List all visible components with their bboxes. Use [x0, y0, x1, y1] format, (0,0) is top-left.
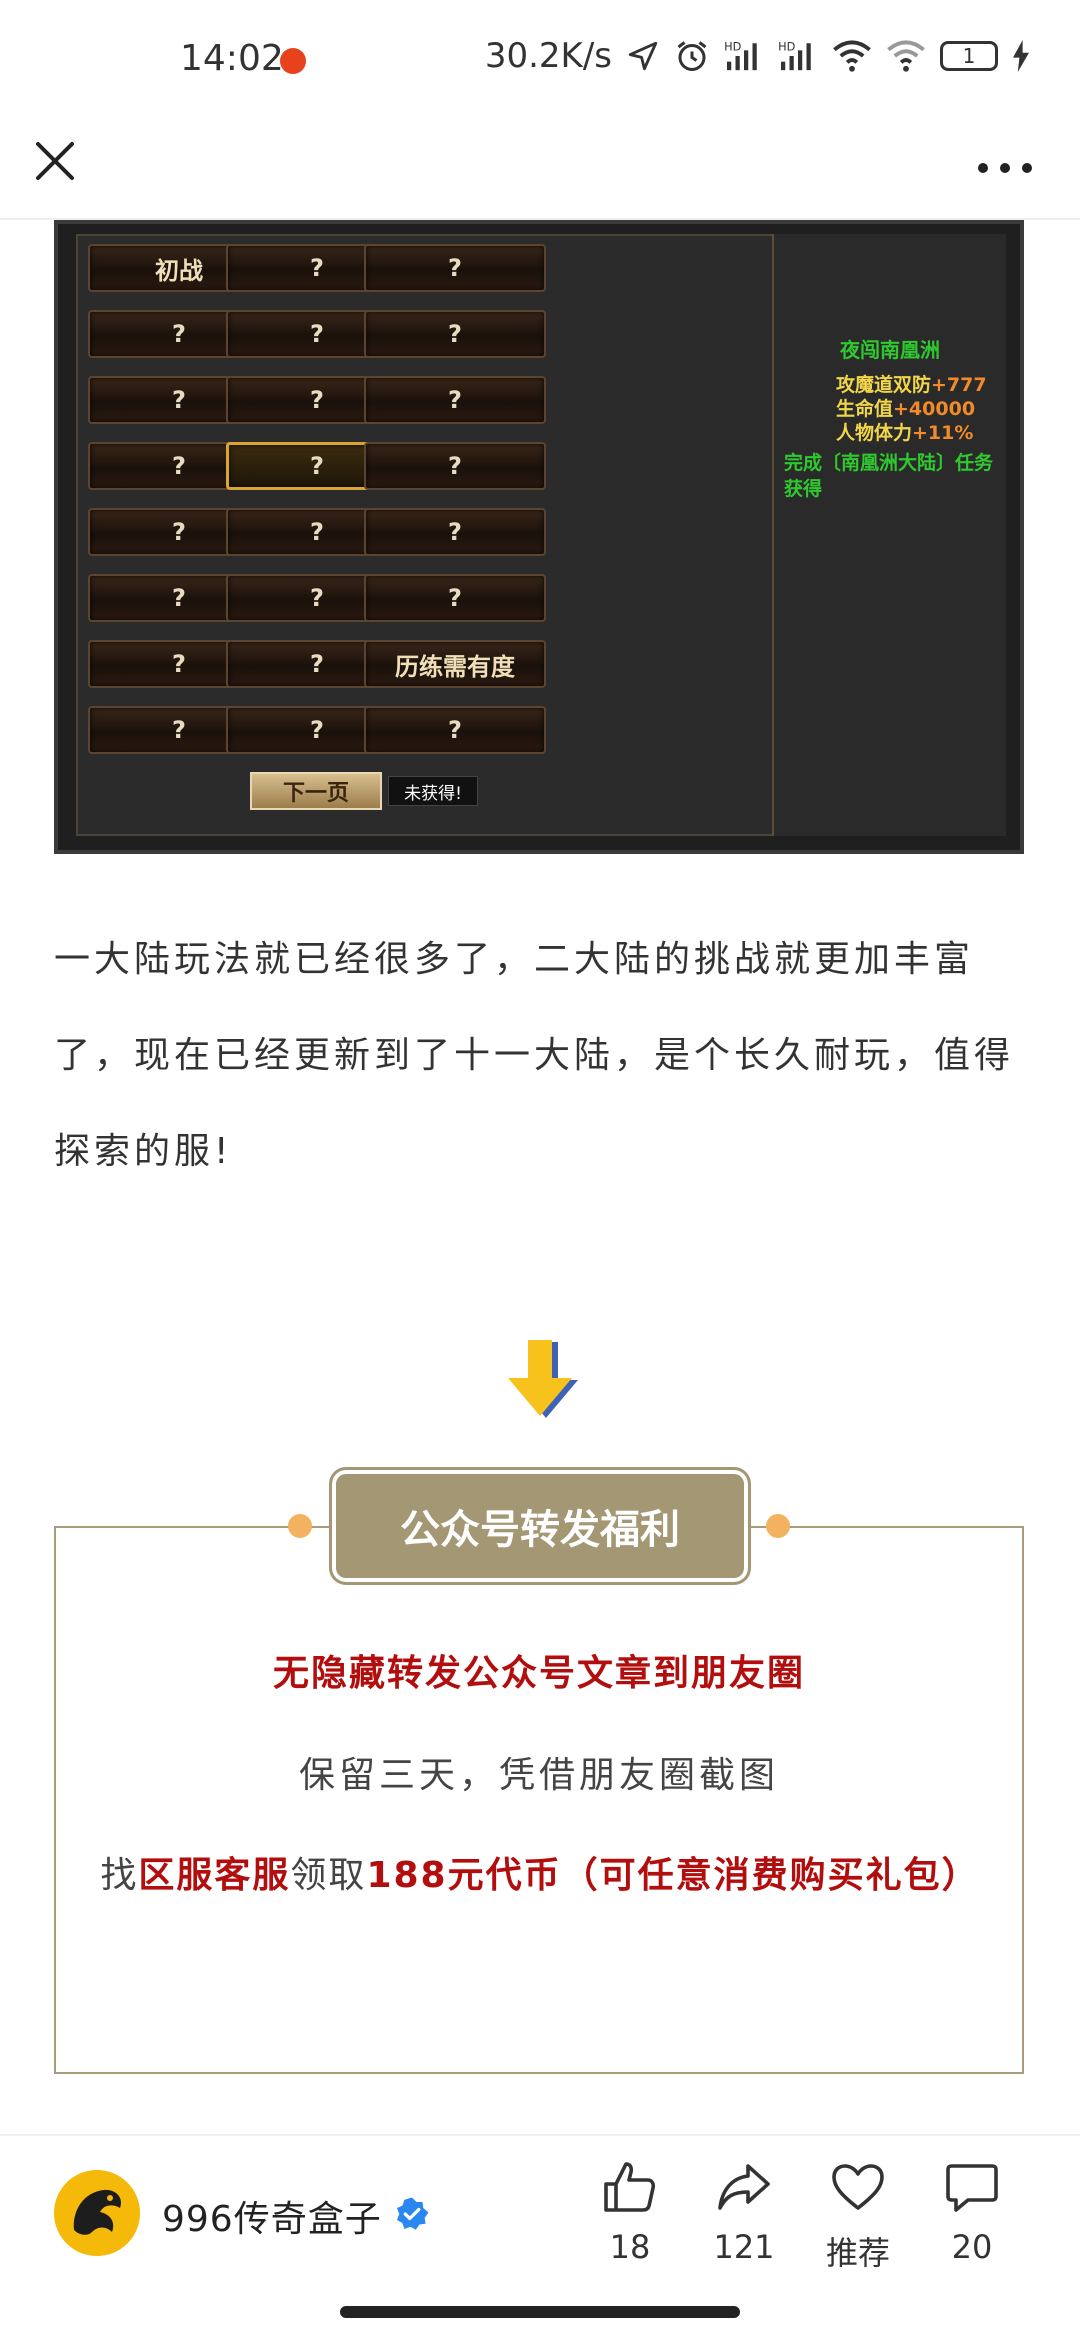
notification-icon [280, 48, 306, 74]
signal-hd-icon: HD [724, 39, 764, 73]
not-obtained-label: 未获得! [388, 776, 478, 806]
down-arrow-icon [502, 1336, 578, 1420]
share-button[interactable]: 121 [694, 2160, 794, 2266]
recommend-label: 推荐 [825, 2234, 890, 2272]
svg-text:HD: HD [778, 39, 796, 53]
recommend-button[interactable]: 推荐 [808, 2160, 908, 2274]
wifi-6-icon [886, 40, 926, 72]
claim-reward: 188元代币（可任意消费购买礼包） [366, 1855, 980, 1896]
achievement-cell[interactable]: ? [364, 310, 546, 358]
dragon-logo-icon [54, 2170, 140, 2256]
close-button[interactable] [28, 134, 82, 188]
header-dot-left [288, 1514, 312, 1538]
svg-text:HD: HD [724, 39, 742, 53]
location-icon [626, 39, 660, 73]
stat-defense-label: 攻魔道双防 [836, 374, 932, 396]
bottom-divider [0, 2134, 1080, 2136]
achievement-cell[interactable]: ? [364, 376, 546, 424]
top-nav [0, 120, 1080, 220]
more-icon [978, 163, 1032, 173]
close-icon [36, 142, 74, 180]
achievement-cell[interactable]: ? [364, 574, 546, 622]
benefit-line-keep: 保留三天，凭借朋友圈截图 [298, 1755, 779, 1796]
stat-defense-value: +777 [931, 374, 987, 396]
share-count: 121 [713, 2228, 775, 2266]
share-arrow-icon [718, 2164, 770, 2210]
claim-service: 区服客服 [138, 1855, 291, 1896]
comment-button[interactable]: 20 [922, 2160, 1022, 2266]
benefit-line-repost: 无隐藏转发公众号文章到朋友圈 [272, 1653, 805, 1694]
stat-hp-label: 生命值 [836, 398, 894, 420]
charging-icon [1012, 40, 1030, 72]
stat-hp-value: +40000 [893, 398, 976, 420]
signal-hd-icon: HD [778, 39, 818, 73]
heart-icon [832, 2164, 884, 2210]
thumbs-up-icon [604, 2162, 656, 2212]
achievement-cell[interactable]: 历练需有度 [364, 640, 546, 688]
stat-hp: 生命值+40000 [836, 394, 975, 421]
verified-icon [394, 2196, 430, 2232]
achievement-cell[interactable]: ? [364, 244, 546, 292]
network-speed: 30.2K/s [484, 36, 612, 76]
comment-count: 20 [951, 2228, 993, 2266]
claim-prefix: 找 [100, 1855, 139, 1896]
stat-defense: 攻魔道双防+777 [836, 370, 987, 397]
benefit-line-claim: 找区服客服领取188元代币（可任意消费购买礼包） [100, 1838, 980, 1914]
stat-stamina-value: +11% [912, 422, 974, 444]
article-paragraph: 一大陆玩法就已经很多了，二大陆的挑战就更加丰富了，现在已经更新到了十一大陆，是个… [54, 939, 1015, 1172]
achievement-info: 夜闯南凰洲 攻魔道双防+777 生命值+40000 人物体力+11% 完成〔南凰… [772, 234, 1006, 836]
achievement-cell[interactable]: ? [364, 706, 546, 754]
status-bar: 14:02 30.2K/s HD HD 1 [0, 0, 1080, 120]
status-time: 14:02 [180, 38, 284, 79]
battery-icon: 1 [940, 41, 998, 71]
quest-requirement: 完成〔南凰洲大陆〕任务获得 [784, 452, 994, 500]
more-button[interactable] [970, 134, 1040, 188]
stat-stamina: 人物体力+11% [836, 418, 973, 445]
status-icons: 30.2K/s HD HD 1 [485, 36, 1030, 76]
account-name[interactable]: 996传奇盒子 [162, 2190, 382, 2242]
next-page-button[interactable]: 下一页 [250, 772, 382, 810]
wifi-icon [832, 40, 872, 72]
benefit-header: 公众号转发福利 [329, 1467, 751, 1585]
claim-middle: 领取 [290, 1855, 367, 1896]
home-indicator[interactable] [340, 2306, 740, 2318]
achievement-cell[interactable]: ? [364, 508, 546, 556]
achievement-cell[interactable]: ? [364, 442, 546, 490]
like-button[interactable]: 18 [580, 2160, 680, 2266]
achievement-title: 夜闯南凰洲 [840, 338, 940, 362]
game-screenshot: 初战 ? ? ? ? ? ? ? ? ? ? ? ? ? ? ? ? ? ? ?… [54, 220, 1024, 854]
like-count: 18 [609, 2228, 651, 2266]
benefit-box [54, 1526, 1024, 2074]
comment-icon [946, 2164, 998, 2212]
header-dot-right [766, 1514, 790, 1538]
alarm-icon [674, 38, 710, 74]
stat-stamina-label: 人物体力 [836, 422, 913, 444]
account-avatar[interactable] [54, 2170, 140, 2256]
battery-level: 1 [962, 44, 976, 68]
